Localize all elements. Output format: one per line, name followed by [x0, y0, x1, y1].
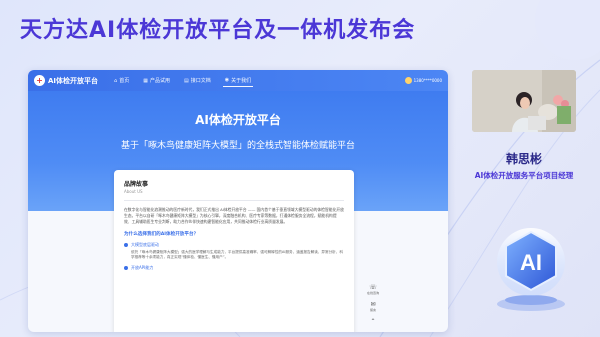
feature-desc: 依托「啄木鸟健康矩阵大模型」强大的医学理解与生成能力，平台提供高准确率、强可解释… [131, 250, 343, 259]
avatar [404, 77, 412, 84]
ai-badge-icon: AI [497, 228, 565, 311]
brand-story-card: 品牌故事 About US 在数字化与智能化浪潮推动的医疗新时代，我们正式推出 … [114, 170, 354, 332]
user-label: 1380****0000 [413, 78, 442, 83]
speaker-role: AI体检开放服务平台项目经理 [474, 171, 574, 180]
consult-button[interactable]: ☏ 在线咨询 [366, 285, 379, 296]
badge-text: AI [520, 250, 542, 275]
speaker-image [472, 70, 576, 132]
tool-label: 在线咨询 [366, 291, 379, 295]
speaker-name: 韩思彬 [505, 152, 542, 166]
story-paragraph: 在数字化与智能化浪潮推动的医疗新时代，我们正式推出 AI体检开放平台 —— 国内… [124, 207, 344, 224]
why-choose-heading: 为什么选择我们的AI体检开放平台？ [124, 232, 199, 237]
hero-title: AI体检开放平台 [195, 113, 281, 127]
chevron-up-icon: ⌃ [370, 318, 376, 325]
hero-subtitle: 基于「啄木鸟健康矩阵大模型」的全栈式智能体检赋能平台 [120, 141, 355, 151]
feature-title: 开放API能力 [131, 265, 154, 270]
user-menu[interactable]: 1380****0000 [404, 77, 442, 84]
speaker-video [472, 70, 576, 132]
nav-item-home[interactable]: ⌂ 首页 [112, 75, 131, 86]
bullet-icon [124, 266, 128, 270]
nav-item-docs[interactable]: ▤ 接口文档 [182, 75, 213, 86]
website-screen: + AI体检开放平台 ⌂ 首页 ▦ 产品试用 ▤ 接口文档 ◉ 关于我们 138… [28, 70, 448, 332]
document-icon: ▤ [183, 77, 189, 84]
people-icon: ◉ [224, 77, 230, 83]
nav-label: 接口文档 [190, 78, 211, 84]
navbar: + AI体检开放平台 ⌂ 首页 ▦ 产品试用 ▤ 接口文档 ◉ 关于我们 138… [28, 70, 448, 91]
event-title: 天方达AI体检开放平台及一体机发布会 [20, 18, 416, 43]
divider [124, 200, 344, 201]
back-to-top-button[interactable]: ⌃ [370, 319, 375, 325]
home-icon: ⌂ [114, 77, 118, 84]
tool-label: 留言 [369, 308, 376, 312]
nav-label: 首页 [119, 78, 130, 84]
nav-item-trial[interactable]: ▦ 产品试用 [141, 75, 172, 86]
card-title: 品牌故事 [124, 181, 149, 188]
grid-icon: ▦ [143, 77, 148, 84]
feature-title: 大模型底层驱动 [131, 242, 159, 247]
brand-logo-icon[interactable]: + [34, 75, 45, 86]
feature-item: 开放API能力 [124, 265, 344, 271]
nav-label: 产品试用 [149, 78, 170, 84]
bullet-icon [124, 243, 128, 247]
message-button[interactable]: ✉ 留言 [369, 302, 376, 313]
brand-name[interactable]: AI体检开放平台 [48, 76, 98, 86]
card-title-en: About US [124, 189, 143, 194]
nav-label: 关于我们 [231, 77, 252, 84]
feature-item: 大模型底层驱动 依托「啄木鸟健康矩阵大模型」强大的医学理解与生成能力，平台提供高… [124, 242, 344, 260]
nav-item-about[interactable]: ◉ 关于我们 [222, 75, 254, 87]
side-toolbar: ☏ 在线咨询 ✉ 留言 ⌃ [366, 285, 380, 325]
